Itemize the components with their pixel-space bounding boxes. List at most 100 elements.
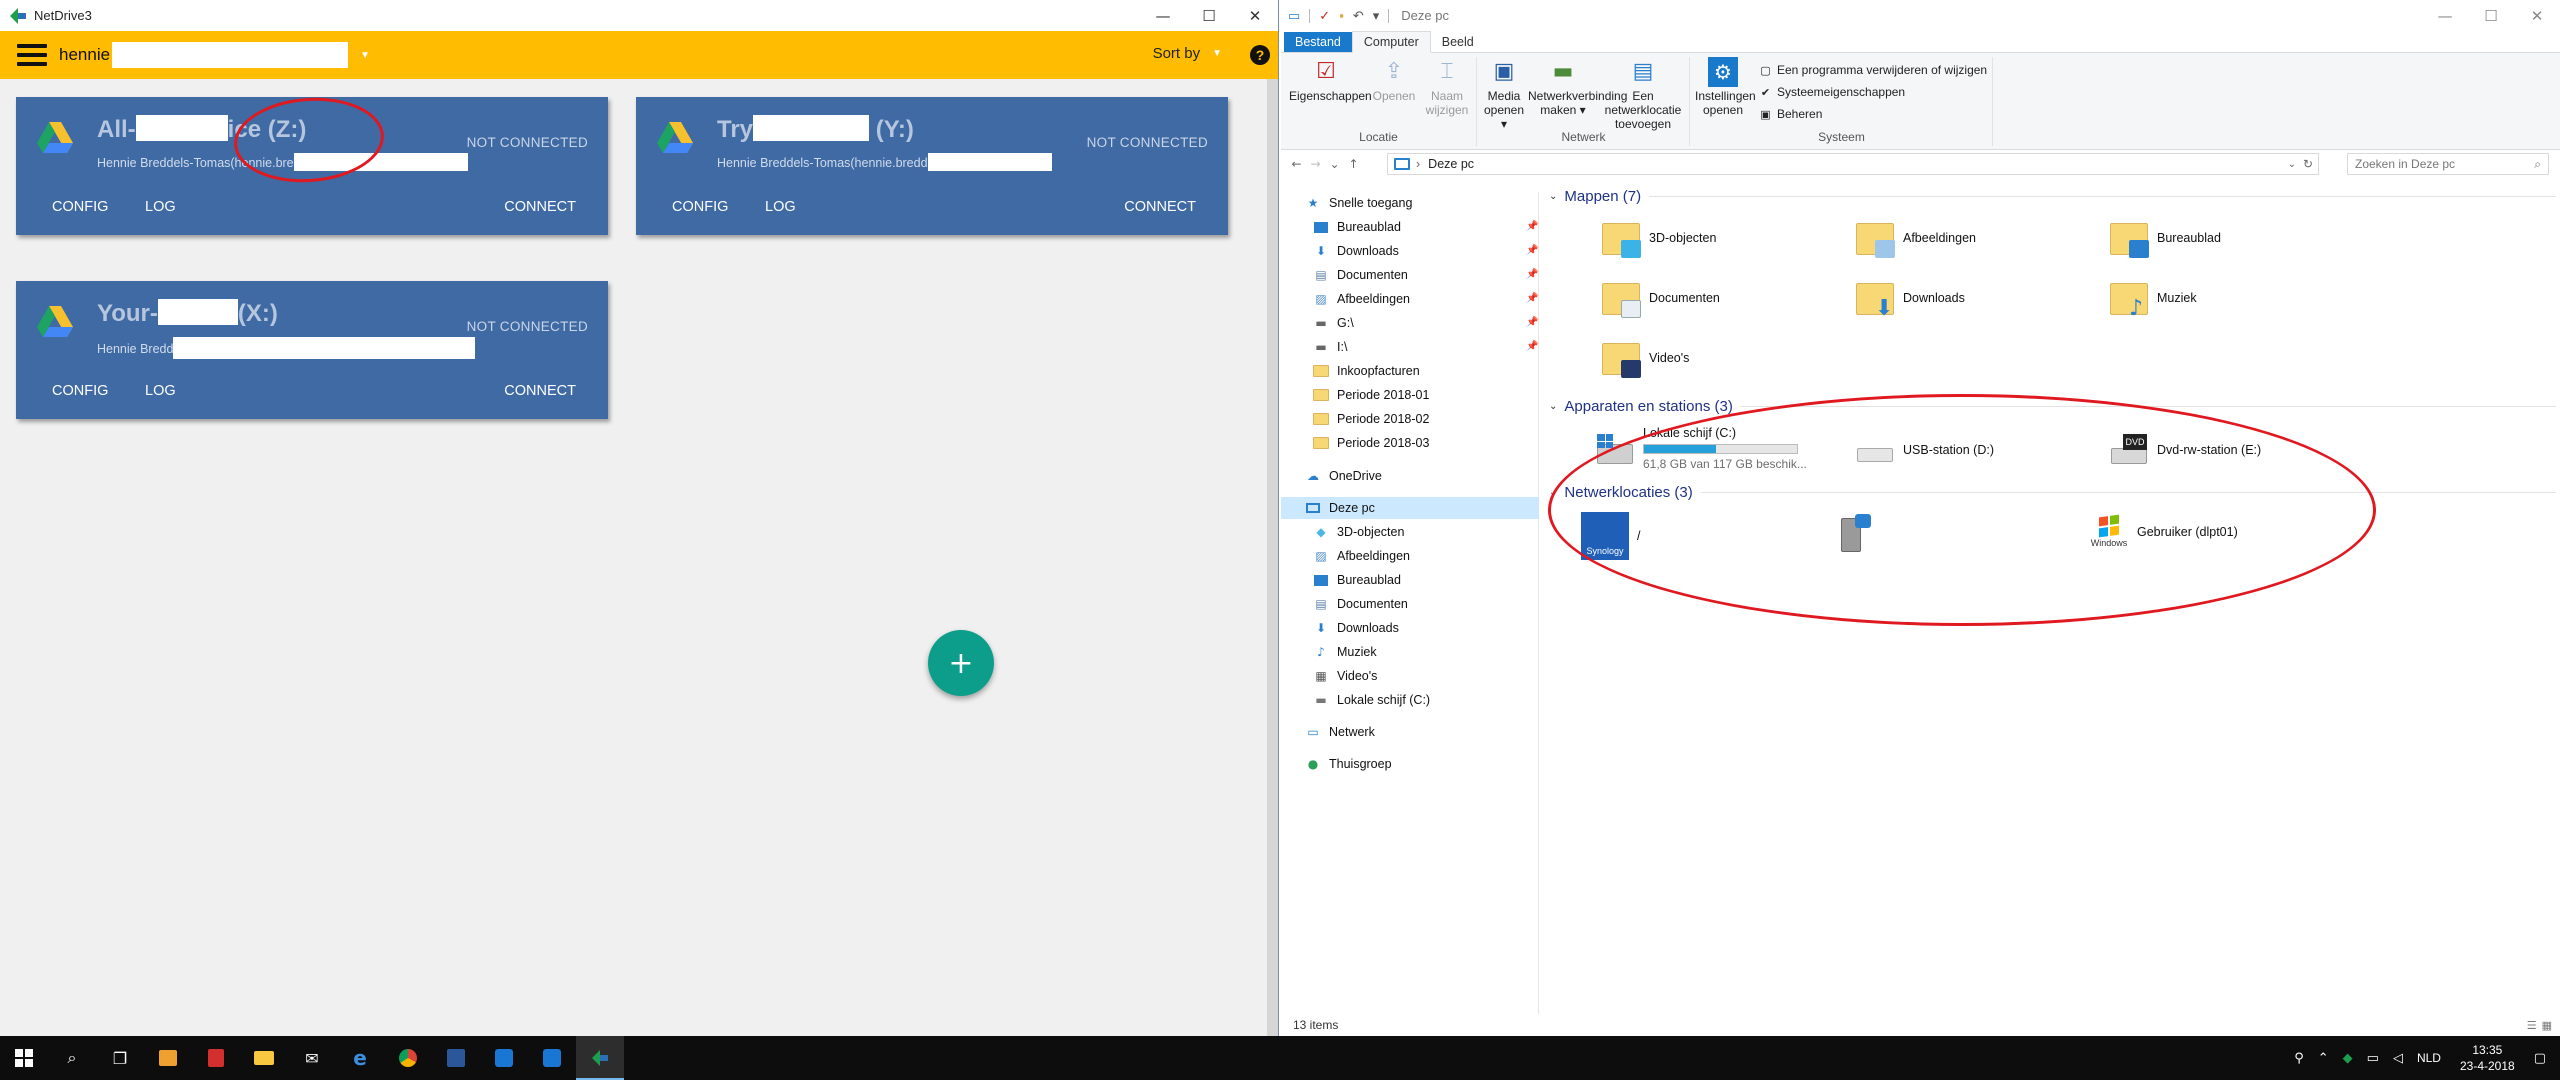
account-dropdown-icon[interactable]: ▼ [360, 50, 370, 61]
nav-thuisgroep[interactable]: ● Thuisgroep [1305, 753, 1392, 775]
log-button[interactable]: LOG [765, 199, 796, 215]
drive-e[interactable]: DVD Dvd-rw-station (E:) [2109, 430, 2261, 470]
folder-documenten[interactable]: Documenten [1601, 278, 1720, 318]
search-input[interactable]: Zoeken in Deze pc ⌕ [2347, 153, 2549, 175]
tab-computer[interactable]: Computer [1351, 31, 1431, 53]
sort-by-dropdown[interactable]: Sort by ▼ [1153, 45, 1222, 62]
nav-deze-pc[interactable]: Deze pc [1281, 497, 1539, 519]
drive-card-x[interactable]: Your- (X:) Hennie Bredd NOT CONNECTED CON… [16, 281, 608, 419]
nav-item-periode-2018-01[interactable]: Periode 2018-01 [1313, 384, 1429, 406]
pin-icon[interactable]: 📌 [1526, 293, 1538, 304]
address-dropdown-icon[interactable]: ⌄ [2288, 159, 2296, 170]
nav-item-periode-2018-02[interactable]: Periode 2018-02 [1313, 408, 1429, 430]
beheren-button[interactable]: ▣ Beheren [1759, 107, 1822, 121]
netloc-gebruiker[interactable]: Windows Gebruiker (dlpt01) [2089, 512, 2238, 552]
pdf-app-icon[interactable] [192, 1036, 240, 1080]
systeemeigenschappen-button[interactable]: ✔ Systeemeigenschappen [1759, 85, 1905, 99]
tiles-view-icon[interactable]: ▦ [2542, 1019, 2552, 1032]
menu-icon[interactable] [17, 44, 47, 66]
programma-wijzigen-button[interactable]: ▢ Een programma verwijderen of wijzigen [1759, 63, 1987, 77]
nav-onedrive[interactable]: ☁ OneDrive [1305, 465, 1382, 487]
properties-icon[interactable]: ✓ [1319, 8, 1330, 24]
nav-pc-muziek[interactable]: ♪ Muziek [1313, 641, 1376, 663]
undo-icon[interactable]: ↶ [1353, 8, 1364, 24]
app-5b-icon[interactable] [528, 1036, 576, 1080]
config-button[interactable]: CONFIG [672, 199, 728, 215]
add-drive-button[interactable]: + [928, 630, 994, 696]
nav-item-g-drive[interactable]: ▬ G:\ [1313, 312, 1353, 334]
log-button[interactable]: LOG [145, 199, 176, 215]
show-hidden-icons-icon[interactable]: ⌃ [2311, 1051, 2336, 1066]
close-button[interactable]: ✕ [2514, 0, 2560, 31]
nav-item-inkoopfacturen[interactable]: Inkoopfacturen [1313, 360, 1420, 382]
back-arrow-icon[interactable]: ← [1287, 157, 1306, 171]
netdrive-titlebar[interactable]: NetDrive3 — ☐ ✕ [0, 0, 1278, 31]
nav-item-documenten[interactable]: ▤ Documenten [1313, 264, 1408, 286]
folder-videos[interactable]: Video's [1601, 338, 1689, 378]
pin-icon[interactable]: 📌 [1526, 317, 1538, 328]
minimize-button[interactable]: — [2422, 0, 2468, 31]
pin-icon[interactable]: 📌 [1526, 221, 1538, 232]
folder-muziek[interactable]: ♪ Muziek [2109, 278, 2197, 320]
recent-locations-icon[interactable]: ⌄ [1325, 157, 1344, 171]
nav-pc-videos[interactable]: ▦ Video's [1313, 665, 1377, 687]
file-explorer-icon[interactable] [240, 1036, 288, 1080]
folder-bureaublad[interactable]: Bureaublad [2109, 218, 2221, 258]
breadcrumb[interactable]: Deze pc [1428, 157, 1474, 171]
nav-snelle-toegang[interactable]: ★ Snelle toegang [1305, 192, 1413, 214]
pin-icon[interactable]: 📌 [1526, 269, 1538, 280]
word-icon[interactable] [432, 1036, 480, 1080]
pin-icon[interactable]: 📌 [1526, 341, 1538, 352]
new-folder-icon[interactable]: ▪ [1339, 8, 1344, 23]
qat-dropdown-icon[interactable]: ▾ [1373, 8, 1380, 24]
netloc-synology[interactable]: Synology / [1581, 512, 1640, 560]
volume-icon[interactable]: ◁ [2386, 1051, 2410, 1066]
drive-d[interactable]: USB-station (D:) [1855, 430, 1994, 470]
connect-button[interactable]: CONNECT [1124, 199, 1196, 215]
nav-item-i-drive[interactable]: ▬ I:\ [1313, 336, 1347, 358]
naam-wijzigen-button[interactable]: ⌶ Naam wijzigen [1421, 57, 1473, 118]
close-button[interactable]: ✕ [1232, 0, 1278, 31]
nav-pc-bureaublad[interactable]: Bureaublad [1313, 569, 1401, 591]
explorer-titlebar[interactable]: ▭ ✓ ▪ ↶ ▾ Deze pc — ☐ ✕ [1281, 0, 2560, 31]
config-button[interactable]: CONFIG [52, 199, 108, 215]
edge-icon[interactable]: e [336, 1036, 384, 1080]
up-arrow-icon[interactable]: ↑ [1344, 157, 1363, 171]
app-5-icon[interactable] [480, 1036, 528, 1080]
network-tray-icon[interactable]: ▭ [2360, 1051, 2386, 1066]
refresh-icon[interactable]: ↻ [2303, 157, 2313, 171]
tab-beeld[interactable]: Beeld [1431, 32, 1485, 52]
minimize-button[interactable]: — [1140, 0, 1186, 31]
nav-pc-lokale-schijf[interactable]: ▬ Lokale schijf (C:) [1313, 689, 1430, 711]
nav-item-periode-2018-03[interactable]: Periode 2018-03 [1313, 432, 1429, 454]
log-button[interactable]: LOG [145, 383, 176, 399]
media-openen-button[interactable]: ▣ Media openen ▾ [1482, 57, 1526, 131]
search-icon[interactable]: ⌕ [48, 1036, 96, 1080]
details-view-icon[interactable]: ☰ [2527, 1019, 2537, 1032]
netloc-server[interactable] [1835, 512, 1883, 552]
mail-icon[interactable]: ✉ [288, 1036, 336, 1080]
netdrive-tray-icon[interactable]: ◆ [2336, 1051, 2360, 1066]
language-indicator[interactable]: NLD [2410, 1051, 2448, 1065]
drive-card-z[interactable]: All-ice (Z:) Hennie Breddels-Tomas(henni… [16, 97, 608, 235]
nav-item-downloads[interactable]: ⬇ Downloads [1313, 240, 1399, 262]
nav-pc-afbeeldingen[interactable]: ▨ Afbeeldingen [1313, 545, 1410, 567]
start-button[interactable] [0, 1036, 48, 1080]
people-icon[interactable]: ⚲ [2287, 1051, 2311, 1066]
chrome-icon[interactable] [384, 1036, 432, 1080]
eigenschappen-button[interactable]: ☑ Eigenschappen [1289, 57, 1372, 104]
clock[interactable]: 13:35 23-4-2018 [2448, 1042, 2527, 1074]
nav-pc-downloads[interactable]: ⬇ Downloads [1313, 617, 1399, 639]
group-header-mappen[interactable]: ⌄ Mappen (7) [1549, 188, 2556, 205]
nav-pc-3d-objecten[interactable]: ◆ 3D-objecten [1313, 521, 1404, 543]
nav-pc-documenten[interactable]: ▤ Documenten [1313, 593, 1408, 615]
store-icon[interactable] [144, 1036, 192, 1080]
instellingen-button[interactable]: ⚙ Instellingen openen [1695, 57, 1756, 118]
drive-card-y[interactable]: Try (Y:) Hennie Breddels-Tomas(hennie.br… [636, 97, 1228, 235]
tab-bestand[interactable]: Bestand [1284, 32, 1352, 52]
drive-c[interactable]: Lokale schijf (C:) 61,8 GB van 117 GB be… [1595, 426, 1807, 471]
netdrive-taskbar-icon[interactable] [576, 1036, 624, 1080]
maximize-button[interactable]: ☐ [1186, 0, 1232, 31]
folder-afbeeldingen[interactable]: Afbeeldingen [1855, 218, 1976, 258]
folder-downloads[interactable]: ⬇ Downloads [1855, 278, 1965, 320]
